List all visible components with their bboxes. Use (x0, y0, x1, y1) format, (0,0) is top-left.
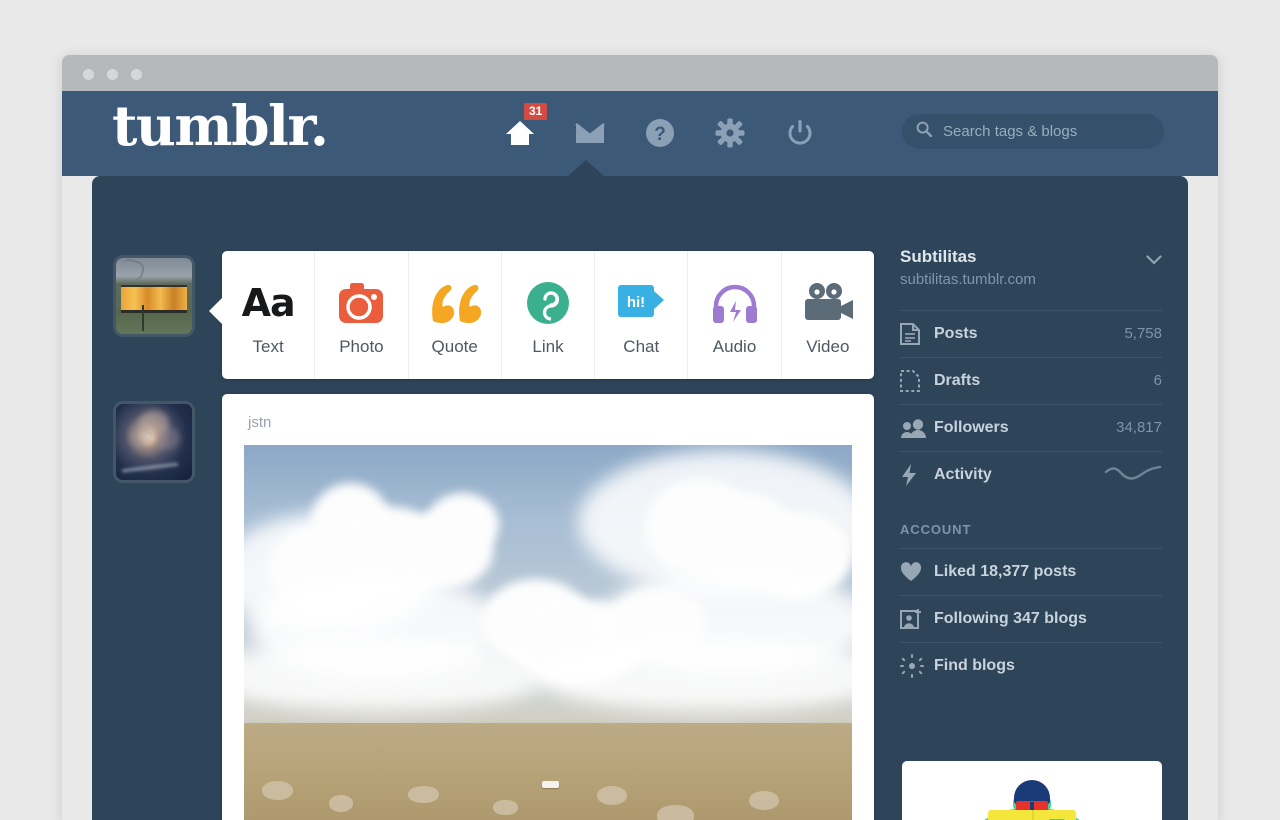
tumblr-logo[interactable]: tumblr. (112, 98, 329, 153)
sidebar-label: Activity (934, 465, 992, 483)
power-icon (788, 120, 812, 145)
camera-icon (337, 274, 385, 332)
zoom-window-dot[interactable] (131, 69, 142, 80)
sidebar-label: Drafts (934, 371, 981, 389)
post-card: jstn (222, 394, 874, 820)
sidebar: Subtilitas subtilitas.tumblr.com Posts 5… (900, 246, 1162, 689)
post-type-audio[interactable]: Audio (688, 251, 782, 379)
nav-help[interactable]: ? (642, 113, 678, 153)
heart-icon (900, 562, 934, 582)
post-type-label: Photo (339, 336, 384, 356)
chevron-down-icon (1146, 252, 1162, 270)
follow-person-icon (900, 608, 934, 630)
search-box[interactable] (902, 114, 1164, 149)
envelope-icon (575, 123, 605, 143)
post-type-quote[interactable]: Quote (409, 251, 502, 379)
tumblr-header: tumblr. 31 ? (62, 91, 1218, 176)
search-input[interactable] (941, 122, 1150, 141)
people-icon (900, 418, 934, 438)
search-icon (916, 121, 933, 142)
sidebar-item-followers[interactable]: Followers 34,817 (900, 403, 1162, 451)
card-pointer (209, 297, 223, 325)
promoted-illustration-card[interactable] (902, 761, 1162, 820)
post-type-photo[interactable]: Photo (315, 251, 409, 379)
trailer-detail (541, 781, 559, 788)
post-type-text[interactable]: Aa Text (222, 251, 316, 379)
text-aa-glyph: Aa (241, 280, 296, 325)
post-photo[interactable] (244, 445, 852, 820)
activity-sparkline (1104, 463, 1162, 486)
post-type-link[interactable]: Link (502, 251, 596, 379)
post-type-selector: Aa Text Photo Quote Link hi! Chat Audio … (209, 251, 874, 379)
window-titlebar (62, 55, 1218, 91)
account-section-heading: ACCOUNT (900, 521, 972, 537)
dashboard-panel: Aa Text Photo Quote Link hi! Chat Audio … (92, 160, 1188, 820)
post-username[interactable]: jstn (222, 394, 874, 445)
header-nav: 31 ? (502, 103, 818, 153)
radar-spinner-icon (900, 653, 934, 678)
blog-selector[interactable]: Subtilitas subtilitas.tumblr.com (900, 246, 1162, 310)
sidebar-count: 5,758 (1124, 325, 1162, 343)
post-type-label: Video (806, 336, 850, 356)
sidebar-item-find-blogs[interactable]: Find blogs (900, 641, 1162, 689)
sidebar-item-following[interactable]: Following 347 blogs (900, 594, 1162, 642)
minimize-window-dot[interactable] (107, 69, 118, 80)
post-type-label: Audio (712, 336, 757, 356)
sidebar-item-liked[interactable]: Liked 18,377 posts (900, 547, 1162, 595)
close-window-dot[interactable] (83, 69, 94, 80)
sidebar-count: 6 (1153, 372, 1162, 390)
dashed-page-icon (900, 369, 934, 392)
gear-icon (715, 118, 745, 148)
post-type-label: Text (252, 336, 284, 356)
blog-url: subtilitas.tumblr.com (900, 270, 1036, 288)
nav-settings[interactable] (712, 113, 748, 153)
avatar[interactable] (116, 258, 192, 334)
sidebar-item-drafts[interactable]: Drafts 6 (900, 356, 1162, 404)
avatar-cloud-burst-image (116, 404, 192, 480)
document-icon (900, 322, 934, 345)
sidebar-count: 34,817 (1116, 419, 1162, 437)
question-circle-icon: ? (646, 119, 674, 147)
quote-marks-icon (429, 274, 481, 332)
text-aa-icon: Aa (241, 274, 296, 332)
sidebar-label: Posts (934, 324, 978, 342)
sidebar-item-activity[interactable]: Activity (900, 450, 1162, 498)
home-badge: 31 (524, 103, 548, 120)
avatar-glass-house-image (116, 258, 192, 334)
nav-logout[interactable] (782, 113, 818, 153)
post-type-chat[interactable]: hi! Chat (595, 251, 689, 379)
browser-window: tumblr. 31 ? Search tags & blogs Aa Text… (62, 55, 1218, 820)
active-tab-arrow (568, 160, 604, 176)
svg-text:hi!: hi! (627, 294, 645, 311)
post-type-video[interactable]: Video (782, 251, 874, 379)
post-pointer (222, 428, 223, 456)
sidebar-label: Followers (934, 418, 1009, 436)
nav-inbox[interactable] (572, 113, 608, 153)
avatar[interactable] (116, 404, 192, 480)
screen: tumblr. 31 ? Search tags & blogs Aa Text… (0, 0, 1280, 820)
sidebar-item-posts[interactable]: Posts 5,758 (900, 309, 1162, 357)
lightning-bolt-icon (900, 463, 934, 487)
illustration-book (988, 810, 1076, 820)
movie-camera-icon (801, 274, 855, 332)
sidebar-label: Liked 18,377 posts (934, 562, 1077, 580)
link-chain-icon (525, 274, 571, 332)
post-type-label: Quote (431, 336, 478, 356)
post-type-label: Chat (623, 336, 660, 356)
svg-text:?: ? (654, 124, 666, 145)
headphones-icon (711, 274, 759, 332)
chat-bubble-icon: hi! (616, 274, 666, 332)
post-type-label: Link (532, 336, 564, 356)
nav-home[interactable]: 31 (502, 103, 548, 153)
home-icon (506, 121, 534, 145)
blog-name: Subtilitas (900, 247, 977, 266)
sidebar-label: Following 347 blogs (934, 609, 1087, 627)
sidebar-label: Find blogs (934, 656, 1015, 674)
